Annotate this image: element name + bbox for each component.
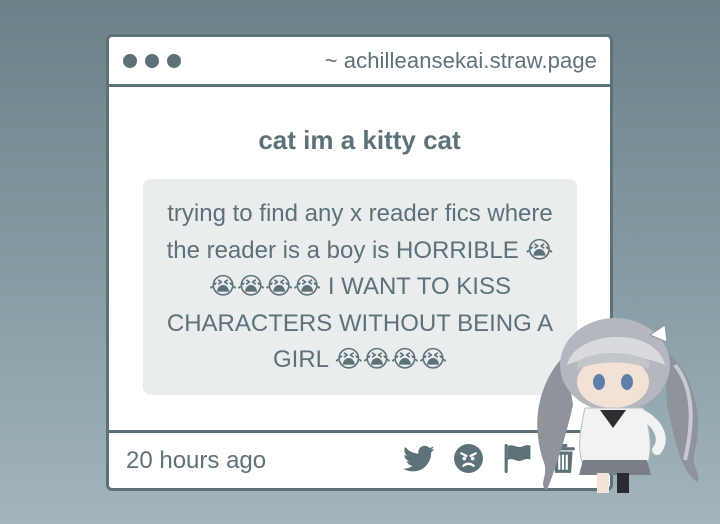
window-dot	[145, 53, 159, 68]
window-titlebar: ~ achilleansekai.straw.page	[109, 37, 610, 87]
site-url[interactable]: ~ achilleansekai.straw.page	[325, 48, 597, 74]
window-dot	[123, 53, 137, 68]
window-dot	[167, 53, 181, 68]
post-username: cat im a kitty cat	[258, 125, 461, 155]
twitter-icon[interactable]	[403, 445, 435, 473]
window-dots	[123, 53, 181, 68]
post-timestamp: 20 hours ago	[126, 446, 267, 474]
anime-figure-decoration	[537, 318, 699, 493]
post-message: trying to find any x reader fics where t…	[143, 179, 577, 395]
angry-face-icon[interactable]	[453, 443, 484, 474]
